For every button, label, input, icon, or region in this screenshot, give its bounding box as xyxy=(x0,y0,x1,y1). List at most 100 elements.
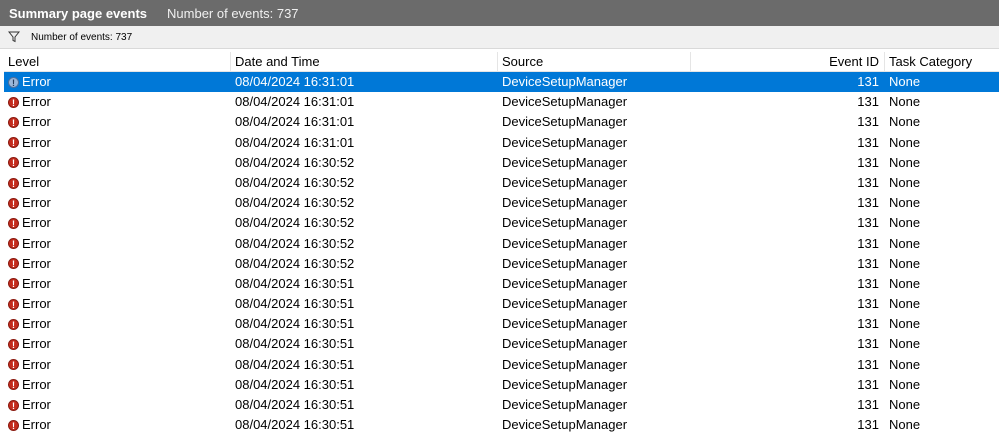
error-icon: ! xyxy=(8,379,19,391)
table-row[interactable]: ! Error 08/04/2024 16:31:01 DeviceSetupMana… xyxy=(4,112,999,132)
table-row[interactable]: ! Error 08/04/2024 16:30:51 DeviceSetupMana… xyxy=(4,274,999,294)
level-label: Error xyxy=(22,134,51,150)
source-cell: DeviceSetupManager xyxy=(502,397,628,412)
event-count-label: Number of events: 737 xyxy=(167,5,299,21)
task-category-cell: None xyxy=(889,195,921,211)
event-id-cell: 131 xyxy=(857,316,879,332)
task-category-cell: None xyxy=(889,215,921,231)
table-row[interactable]: ! Error 08/04/2024 16:30:51 DeviceSetupMana… xyxy=(4,314,999,334)
error-icon: ! xyxy=(8,298,19,310)
task-category-cell: None xyxy=(889,336,921,352)
source-cell: DeviceSetupManager xyxy=(502,296,628,312)
column-header-task-category[interactable]: Task Category xyxy=(889,52,972,71)
date-time-cell: 08/04/2024 16:31:01 xyxy=(235,114,355,130)
event-id-cell: 131 xyxy=(857,417,879,433)
date-time-cell: 08/04/2024 16:30:52 xyxy=(235,255,355,271)
events-table: Level Date and Time Source Event ID Task… xyxy=(4,52,999,435)
task-category-cell: None xyxy=(889,94,921,110)
event-id-cell: 131 xyxy=(857,94,879,110)
task-category-cell: None xyxy=(889,296,921,312)
column-header-source[interactable]: Source xyxy=(502,52,543,71)
date-time-cell: 08/04/2024 16:30:51 xyxy=(235,356,355,372)
title-bar: Summary page events Number of events: 73… xyxy=(0,0,999,26)
filter-bar: Number of events: 737 xyxy=(0,26,999,49)
level-label: Error xyxy=(22,397,51,412)
error-icon: ! xyxy=(8,399,19,411)
table-row[interactable]: ! Error 08/04/2024 16:30:51 DeviceSetupMana… xyxy=(4,375,999,395)
date-time-cell: 08/04/2024 16:30:52 xyxy=(235,154,355,170)
date-time-cell: 08/04/2024 16:30:52 xyxy=(235,235,355,251)
table-row[interactable]: ! Error 08/04/2024 16:30:52 DeviceSetupMana… xyxy=(4,153,999,173)
column-divider[interactable] xyxy=(230,52,231,71)
table-row[interactable]: ! Error 08/04/2024 16:30:51 DeviceSetupMana… xyxy=(4,334,999,354)
date-time-cell: 08/04/2024 16:31:01 xyxy=(235,74,355,89)
column-divider[interactable] xyxy=(690,52,691,71)
level-label: Error xyxy=(22,235,51,251)
table-row[interactable]: ! Error 08/04/2024 16:30:51 DeviceSetupMana… xyxy=(4,294,999,314)
level-cell: ! Error xyxy=(8,193,51,213)
task-category-cell: None xyxy=(889,255,921,271)
page-title: Summary page events xyxy=(9,5,148,21)
level-label: Error xyxy=(22,174,51,190)
task-category-cell: None xyxy=(889,316,921,332)
column-header-event-id[interactable]: Event ID xyxy=(829,52,879,71)
level-cell: ! Error xyxy=(8,173,51,193)
level-label: Error xyxy=(22,296,51,312)
source-cell: DeviceSetupManager xyxy=(502,74,628,89)
source-cell: DeviceSetupManager xyxy=(502,114,628,130)
source-cell: DeviceSetupManager xyxy=(502,94,628,110)
source-cell: DeviceSetupManager xyxy=(502,255,628,271)
date-time-cell: 08/04/2024 16:30:51 xyxy=(235,376,355,392)
level-cell: ! Error xyxy=(8,274,51,294)
task-category-cell: None xyxy=(889,356,921,372)
source-cell: DeviceSetupManager xyxy=(502,336,628,352)
table-row[interactable]: ! Error 08/04/2024 16:30:52 DeviceSetupMana… xyxy=(4,234,999,254)
event-id-cell: 131 xyxy=(857,275,879,291)
level-label: Error xyxy=(22,376,51,392)
error-icon: ! xyxy=(8,318,19,330)
event-id-cell: 131 xyxy=(857,296,879,312)
source-cell: DeviceSetupManager xyxy=(502,215,628,231)
error-icon: ! xyxy=(8,76,19,88)
level-cell: ! Error xyxy=(8,234,51,254)
task-category-cell: None xyxy=(889,417,921,433)
level-label: Error xyxy=(22,72,51,93)
source-cell: DeviceSetupManager xyxy=(502,316,628,332)
source-cell: DeviceSetupManager xyxy=(502,417,628,433)
filter-icon[interactable] xyxy=(7,30,21,44)
date-time-cell: 08/04/2024 16:30:51 xyxy=(235,397,355,412)
source-cell: DeviceSetupManager xyxy=(502,154,628,170)
table-row[interactable]: ! Error 08/04/2024 16:30:51 DeviceSetupMana… xyxy=(4,395,999,415)
task-category-cell: None xyxy=(889,397,921,412)
task-category-cell: None xyxy=(889,275,921,291)
column-header-date-time[interactable]: Date and Time xyxy=(235,52,320,71)
date-time-cell: 08/04/2024 16:30:51 xyxy=(235,417,355,433)
column-divider[interactable] xyxy=(497,52,498,71)
table-row[interactable]: ! Error 08/04/2024 16:31:01 DeviceSetupMana… xyxy=(4,133,999,153)
date-time-cell: 08/04/2024 16:30:51 xyxy=(235,336,355,352)
level-label: Error xyxy=(22,316,51,332)
table-body: ! Error 08/04/2024 16:31:01 DeviceSetupMana… xyxy=(4,72,999,435)
column-divider[interactable] xyxy=(884,52,885,71)
table-row[interactable]: ! Error 08/04/2024 16:30:52 DeviceSetupMana… xyxy=(4,213,999,233)
event-id-cell: 131 xyxy=(857,376,879,392)
table-row[interactable]: ! Error 08/04/2024 16:30:52 DeviceSetupMana… xyxy=(4,173,999,193)
table-row[interactable]: ! Error 08/04/2024 16:30:51 DeviceSetupMana… xyxy=(4,415,999,435)
task-category-cell: None xyxy=(889,376,921,392)
event-id-cell: 131 xyxy=(857,134,879,150)
error-icon: ! xyxy=(8,278,19,290)
task-category-cell: None xyxy=(889,154,921,170)
table-row[interactable]: ! Error 08/04/2024 16:30:52 DeviceSetupMana… xyxy=(4,193,999,213)
level-label: Error xyxy=(22,154,51,170)
date-time-cell: 08/04/2024 16:31:01 xyxy=(235,94,355,110)
filter-summary-text: Number of events: 737 xyxy=(31,31,133,43)
table-row[interactable]: ! Error 08/04/2024 16:30:51 DeviceSetupMana… xyxy=(4,355,999,375)
level-cell: ! Error xyxy=(8,254,51,274)
level-cell: ! Error xyxy=(8,294,51,314)
table-row[interactable]: ! Error 08/04/2024 16:31:01 DeviceSetupMana… xyxy=(4,92,999,112)
level-cell: ! Error xyxy=(8,314,51,334)
table-row[interactable]: ! Error 08/04/2024 16:31:01 DeviceSetupMana… xyxy=(4,72,999,93)
column-header-level[interactable]: Level xyxy=(8,52,39,71)
event-id-cell: 131 xyxy=(857,397,879,412)
table-row[interactable]: ! Error 08/04/2024 16:30:52 DeviceSetupMana… xyxy=(4,254,999,274)
